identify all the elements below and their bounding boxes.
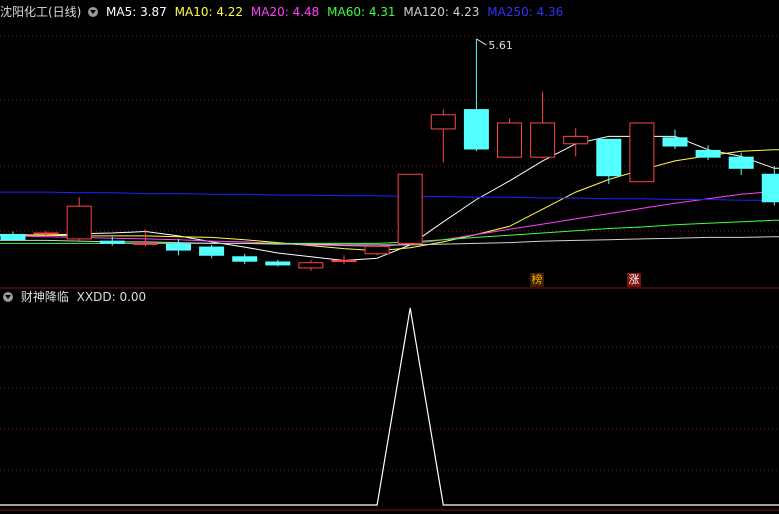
candle	[298, 259, 324, 271]
ma-line-ma60	[0, 219, 779, 244]
high-marker: 5.61	[476, 38, 513, 52]
high-pointer	[476, 38, 487, 46]
ma-label: MA250: 4.36	[487, 5, 564, 19]
dropdown-icon[interactable]	[88, 7, 99, 17]
bang-badge[interactable]: 榜	[530, 273, 544, 287]
dropdown-icon[interactable]	[3, 292, 13, 302]
candle	[463, 38, 489, 152]
ma-label: MA20: 4.48	[250, 5, 320, 19]
candle-body	[629, 122, 655, 183]
candle-body	[199, 246, 225, 256]
candle-body	[298, 262, 324, 269]
candle-body	[232, 256, 258, 262]
candle	[629, 122, 655, 183]
candle-body	[66, 205, 92, 240]
ma-line-ma10	[0, 149, 779, 252]
indicator-line	[0, 307, 779, 506]
candle	[265, 259, 291, 267]
ma-line-ma250	[0, 191, 779, 201]
ma-label: MA5: 3.87	[106, 5, 167, 19]
candle	[66, 197, 92, 241]
candle	[497, 118, 522, 158]
candle	[430, 109, 456, 163]
candle-body	[563, 135, 589, 145]
main-header: 沈阳化工(日线) MA5: 3.87 MA10: 4.22 MA20: 4.48…	[0, 4, 567, 20]
candle	[166, 238, 191, 256]
candle-body	[265, 261, 291, 266]
candle-body	[761, 173, 779, 203]
candle	[397, 173, 423, 245]
candle-body	[0, 233, 26, 241]
candle-body	[99, 240, 125, 244]
candle	[761, 166, 779, 206]
candle	[662, 129, 688, 149]
candle-body	[397, 173, 423, 244]
indicator-value: XXDD: 0.00	[76, 290, 147, 304]
candle-body	[166, 243, 191, 251]
candle-body	[695, 149, 721, 158]
candle-body	[33, 232, 59, 235]
candle	[563, 128, 589, 157]
zhang-badge[interactable]: 涨	[627, 273, 641, 287]
candle-body	[430, 114, 456, 130]
indicator-title: 财神降临	[20, 290, 69, 304]
candle-body	[728, 156, 754, 169]
candle-body	[364, 245, 390, 255]
chart-canvas: 5.61	[0, 35, 779, 511]
ma-label: MA10: 4.22	[174, 5, 244, 19]
high-price-label: 5.61	[488, 39, 513, 52]
sub-header: 财神降临 XXDD: 0.00	[0, 289, 150, 305]
candle	[695, 145, 721, 161]
candle	[530, 91, 556, 159]
candle-body	[132, 242, 158, 245]
candle-body	[662, 137, 688, 147]
candle	[0, 231, 26, 241]
stock-title: 沈阳化工(日线)	[0, 5, 82, 19]
candle-body	[331, 259, 357, 262]
candle-body	[497, 122, 522, 158]
candle	[199, 244, 225, 259]
candle	[232, 253, 258, 265]
candle-body	[530, 122, 556, 158]
ma-label: MA60: 4.31	[327, 5, 396, 19]
ma-label: MA120: 4.23	[403, 5, 480, 19]
xxdd-line	[0, 307, 779, 506]
candle	[728, 152, 754, 175]
grid-lines	[0, 35, 779, 511]
candle-body	[463, 109, 489, 150]
candle-body	[596, 138, 622, 177]
